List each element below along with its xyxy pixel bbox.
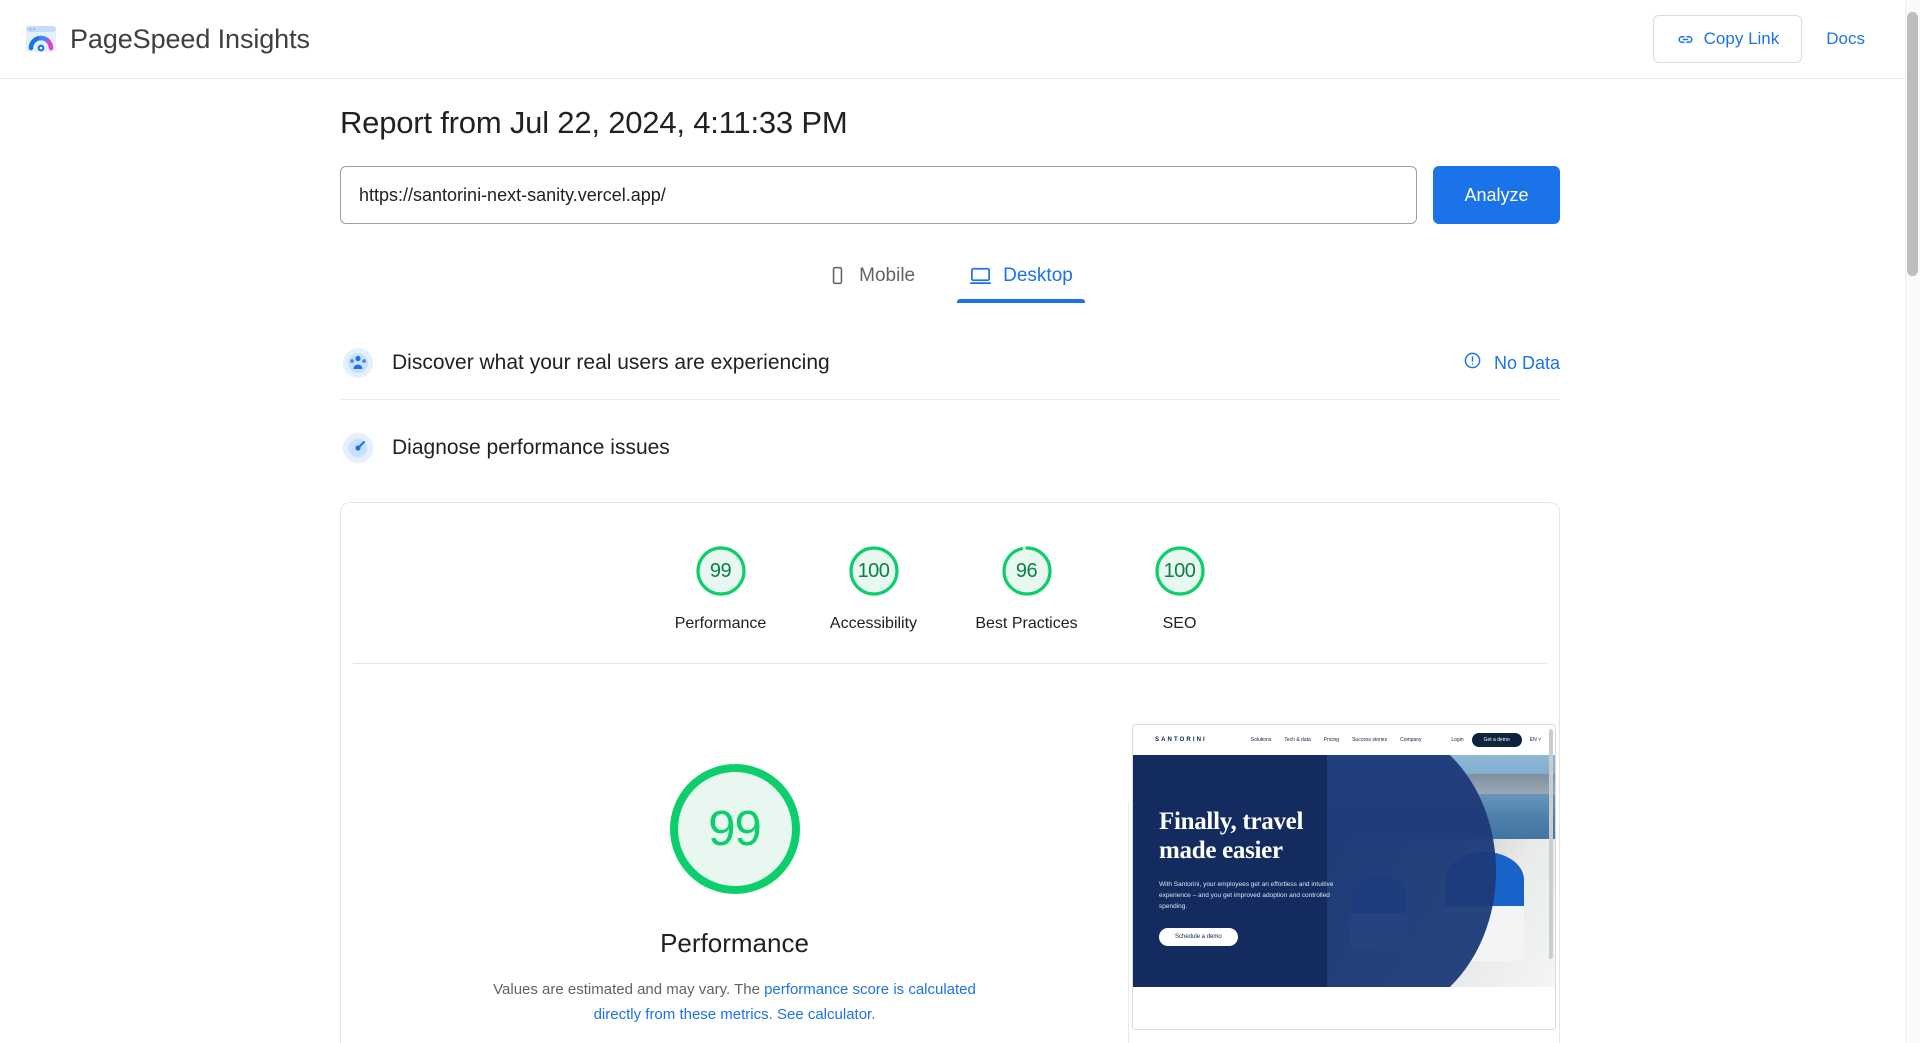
performance-detail-row: 99 Performance Values are estimated and … — [341, 664, 1559, 1043]
thumb-demo-button: Get a demo — [1472, 733, 1522, 747]
desktop-icon — [969, 264, 992, 287]
thumb-brand: SANTORINI — [1155, 737, 1207, 743]
hero-content: Finally, travel made easier With Santori… — [1159, 807, 1374, 946]
hero-cta-button: Schedule a demo — [1159, 928, 1238, 946]
lab-data-section-row: Diagnose performance issues — [340, 410, 1560, 484]
field-data-title: Discover what your real users are experi… — [392, 351, 830, 375]
gauge-accessibility-value: 100 — [846, 543, 902, 599]
score-best-practices[interactable]: 96 Best Practices — [950, 543, 1103, 633]
see-calculator-link[interactable]: See calculator — [777, 1006, 871, 1023]
score-performance-label: Performance — [675, 615, 767, 633]
score-performance[interactable]: 99 Performance — [644, 543, 797, 633]
thumb-below-fold — [1133, 987, 1555, 1029]
mobile-icon — [827, 265, 848, 286]
score-best-practices-label: Best Practices — [975, 615, 1077, 633]
score-seo-label: SEO — [1163, 615, 1197, 633]
caption-text-3: . — [871, 1006, 875, 1023]
site-screenshot[interactable]: SANTORINI Solutions Tech & data Pricing … — [1132, 724, 1556, 1030]
field-data-section-row: Discover what your real users are experi… — [340, 325, 1560, 400]
pagespeed-insights-page: PageSpeed Insights Copy Link Docs Report… — [0, 0, 1920, 1043]
thumb-nav-right: Login Get a demo EN ˅ — [1451, 733, 1541, 747]
url-input[interactable] — [340, 166, 1417, 224]
hero-heading-line2: made easier — [1159, 836, 1374, 865]
tab-desktop-label: Desktop — [1003, 265, 1073, 287]
thumb-scrollbar — [1549, 729, 1553, 959]
gauge-best-practices: 96 — [999, 543, 1055, 599]
tab-mobile-label: Mobile — [859, 265, 915, 287]
device-tabs: Mobile Desktop — [340, 258, 1560, 303]
top-header-bar: PageSpeed Insights Copy Link Docs — [0, 0, 1905, 79]
field-data-status: No Data — [1463, 351, 1560, 375]
thumb-nav-link-tech-and-data: Tech & data — [1284, 737, 1310, 743]
performance-summary: 99 Performance Values are estimated and … — [341, 724, 1128, 1027]
docs-link[interactable]: Docs — [1808, 15, 1883, 63]
thumb-nav-link-pricing: Pricing — [1324, 737, 1339, 743]
gauge-seo: 100 — [1152, 543, 1208, 599]
thumb-hero: Finally, travel made easier With Santori… — [1133, 755, 1555, 987]
gauge-performance-value: 99 — [693, 543, 749, 599]
url-analyze-row: Analyze — [340, 166, 1560, 224]
category-scores-row: 99 Performance 100 Accessibility — [341, 503, 1559, 663]
caption-text-1: Values are estimated and may vary. The — [493, 981, 764, 998]
performance-caption: Values are estimated and may vary. The p… — [485, 977, 985, 1027]
users-icon — [342, 347, 374, 379]
diagnose-icon — [342, 432, 374, 464]
pagespeed-logo-icon — [24, 22, 58, 56]
thumb-nav-links: Solutions Tech & data Pricing Success st… — [1251, 737, 1422, 743]
main-content: Report from Jul 22, 2024, 4:11:33 PM Ana… — [340, 79, 1560, 1043]
caption-text-2: . — [769, 1006, 777, 1023]
thumb-nav: SANTORINI Solutions Tech & data Pricing … — [1133, 725, 1555, 755]
analyze-button[interactable]: Analyze — [1433, 166, 1560, 224]
brand-title: PageSpeed Insights — [70, 24, 310, 55]
thumb-nav-link-success-stories: Success stories — [1352, 737, 1387, 743]
report-title: Report from Jul 22, 2024, 4:11:33 PM — [340, 105, 1560, 141]
thumb-login-link: Login — [1451, 737, 1463, 743]
header-actions: Copy Link Docs — [1653, 15, 1883, 63]
link-icon — [1676, 30, 1695, 49]
site-screenshot-panel: SANTORINI Solutions Tech & data Pricing … — [1129, 724, 1559, 1030]
gauge-seo-value: 100 — [1152, 543, 1208, 599]
lab-data-title: Diagnose performance issues — [392, 436, 670, 460]
no-data-label: No Data — [1494, 353, 1560, 374]
score-accessibility[interactable]: 100 Accessibility — [797, 543, 950, 633]
hero-body-text: With Santorini, your employees get an ef… — [1159, 879, 1344, 912]
score-seo[interactable]: 100 SEO — [1103, 543, 1256, 633]
hero-heading-line1: Finally, travel — [1159, 807, 1374, 836]
results-card: 99 Performance 100 Accessibility — [340, 502, 1560, 1043]
performance-heading: Performance — [660, 928, 809, 959]
thumb-language-selector: EN ˅ — [1530, 737, 1541, 743]
page-scrollbar-track[interactable] — [1905, 0, 1920, 1043]
page-scrollbar-thumb[interactable] — [1907, 12, 1918, 276]
gauge-performance-large: 99 — [662, 756, 808, 902]
gauge-accessibility: 100 — [846, 543, 902, 599]
brand[interactable]: PageSpeed Insights — [22, 22, 310, 56]
gauge-performance-large-value: 99 — [662, 756, 808, 902]
score-accessibility-label: Accessibility — [830, 615, 917, 633]
copy-link-label: Copy Link — [1704, 29, 1780, 49]
info-icon[interactable] — [1463, 351, 1482, 375]
thumb-nav-link-company: Company — [1400, 737, 1421, 743]
copy-link-button[interactable]: Copy Link — [1653, 15, 1803, 63]
gauge-performance: 99 — [693, 543, 749, 599]
thumb-nav-link-solutions: Solutions — [1251, 737, 1272, 743]
tab-desktop[interactable]: Desktop — [963, 258, 1079, 303]
gauge-best-practices-value: 96 — [999, 543, 1055, 599]
tab-mobile[interactable]: Mobile — [821, 258, 921, 303]
